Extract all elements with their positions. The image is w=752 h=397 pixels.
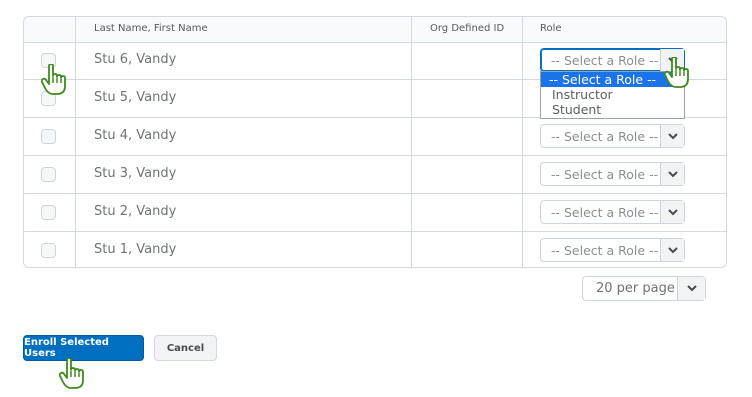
row-select-checkbox[interactable] [41, 243, 56, 258]
role-select-value: -- Select a Role -- [551, 167, 659, 182]
row-select-checkbox[interactable] [41, 167, 56, 182]
role-select[interactable]: -- Select a Role -- [540, 124, 685, 148]
cancel-button[interactable]: Cancel [154, 335, 217, 361]
table-header: Last Name, First Name Org Defined ID Rol… [24, 17, 726, 43]
hand-pointer-icon [41, 64, 66, 95]
row-select-checkbox[interactable] [41, 205, 56, 220]
role-select[interactable]: -- Select a Role -- [540, 162, 685, 186]
column-header-role: Role [540, 23, 562, 34]
page-size-select[interactable]: 20 per page [582, 276, 706, 301]
user-name: Stu 6, Vandy [94, 52, 177, 67]
enroll-users-table: Last Name, First Name Org Defined ID Rol… [23, 16, 727, 268]
user-name: Stu 5, Vandy [94, 90, 177, 105]
page-size-value: 20 per page [596, 281, 675, 296]
role-select[interactable]: -- Select a Role -- [540, 200, 685, 224]
role-option-select[interactable]: -- Select a Role -- [541, 72, 684, 87]
row-select-checkbox[interactable] [41, 129, 56, 144]
hand-pointer-icon [664, 57, 689, 88]
table-row: Stu 1, Vandy -- Select a Role -- [24, 232, 726, 267]
role-select-toggle[interactable] [660, 201, 684, 223]
user-name: Stu 3, Vandy [94, 166, 177, 181]
hand-pointer-icon [59, 358, 84, 389]
column-header-name[interactable]: Last Name, First Name [94, 23, 208, 34]
role-select-value: -- Select a Role -- [551, 53, 659, 68]
role-option-instructor[interactable]: Instructor [541, 87, 684, 102]
role-option-student[interactable]: Student [541, 102, 684, 117]
role-select[interactable]: -- Select a Role -- [540, 238, 685, 262]
chevron-down-icon [668, 209, 678, 216]
chevron-down-icon [668, 133, 678, 140]
table-row: Stu 3, Vandy -- Select a Role -- [24, 156, 726, 194]
user-name: Stu 1, Vandy [94, 242, 177, 257]
role-select-toggle[interactable] [660, 125, 684, 147]
role-select-toggle[interactable] [660, 239, 684, 261]
role-select-toggle[interactable] [660, 163, 684, 185]
user-name: Stu 4, Vandy [94, 128, 177, 143]
table-row: Stu 4, Vandy -- Select a Role -- [24, 118, 726, 156]
role-select-value: -- Select a Role -- [551, 205, 659, 220]
chevron-down-icon [668, 171, 678, 178]
role-select-value: -- Select a Role -- [551, 243, 659, 258]
role-select-value: -- Select a Role -- [551, 129, 659, 144]
chevron-down-icon [668, 247, 678, 254]
table-row: Stu 2, Vandy -- Select a Role -- [24, 194, 726, 232]
chevron-down-icon [687, 285, 697, 292]
column-header-org-id[interactable]: Org Defined ID [430, 23, 504, 34]
page-size-toggle[interactable] [677, 277, 705, 300]
user-name: Stu 2, Vandy [94, 204, 177, 219]
